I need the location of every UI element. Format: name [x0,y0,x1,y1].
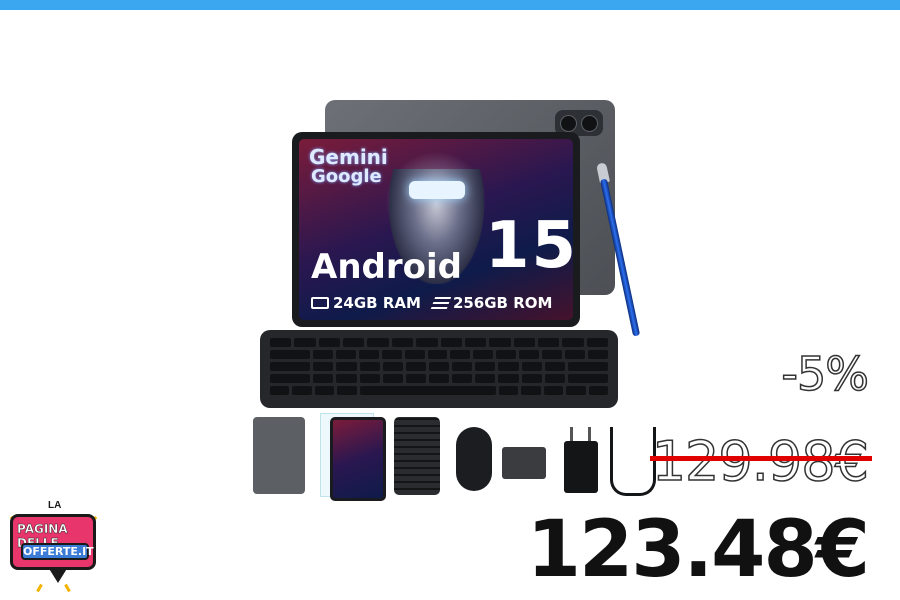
keyboard-row [270,386,608,395]
accessory-tablet [330,417,386,501]
product-image: Gemini Google 15 Android 24GB RAM 256GB … [250,95,656,501]
site-logo: LA PAGINA DELLE OFFERTE.IT [8,500,100,595]
bluetooth-keyboard [260,330,618,408]
top-accent-bar [0,0,900,10]
spec-rom: 256GB ROM [430,294,553,312]
camera-lens-icon [581,115,598,132]
accessory-stand [502,447,546,479]
new-price: 123.48€ [526,505,870,595]
tablet-front: Gemini Google 15 Android 24GB RAM 256GB … [292,132,580,327]
logo-line2: OFFERTE.IT [21,543,94,560]
old-price: 129.98€ [651,429,870,494]
logo-speech-tail [48,567,68,583]
os-name: Android [311,247,462,287]
price-strikethrough [650,456,872,461]
logo-badge: PAGINA DELLE OFFERTE.IT [10,514,96,570]
accessory-keyboard [394,417,440,495]
accessory-folio-case [253,417,305,494]
tablet-screen: Gemini Google 15 Android 24GB RAM 256GB … [299,139,573,320]
keyboard-row [270,374,609,383]
screen-brand-google: Google [311,166,382,187]
keyboard-row [270,350,609,359]
spec-ram-label: 24GB RAM [333,294,421,312]
os-version: 15 [485,209,573,283]
logo-ray [36,583,43,593]
vr-visor-graphic [409,181,465,199]
screen-brand-gemini: Gemini [309,145,388,169]
accessory-mouse [456,427,492,491]
spec-list: 24GB RAM 256GB ROM [311,294,552,312]
discount-badge: -5% [781,346,870,402]
logo-top-text: LA [48,500,62,511]
camera-lens-icon [560,115,577,132]
spec-rom-label: 256GB ROM [452,294,553,312]
keyboard-row [270,338,609,347]
accessory-usb-cable [610,427,656,496]
keyboard-row [270,362,609,371]
memory-chip-icon [311,297,329,309]
logo-ray [64,583,71,593]
spec-ram: 24GB RAM [311,294,421,312]
storage-stack-icon [430,297,452,309]
accessory-charger [564,441,598,493]
